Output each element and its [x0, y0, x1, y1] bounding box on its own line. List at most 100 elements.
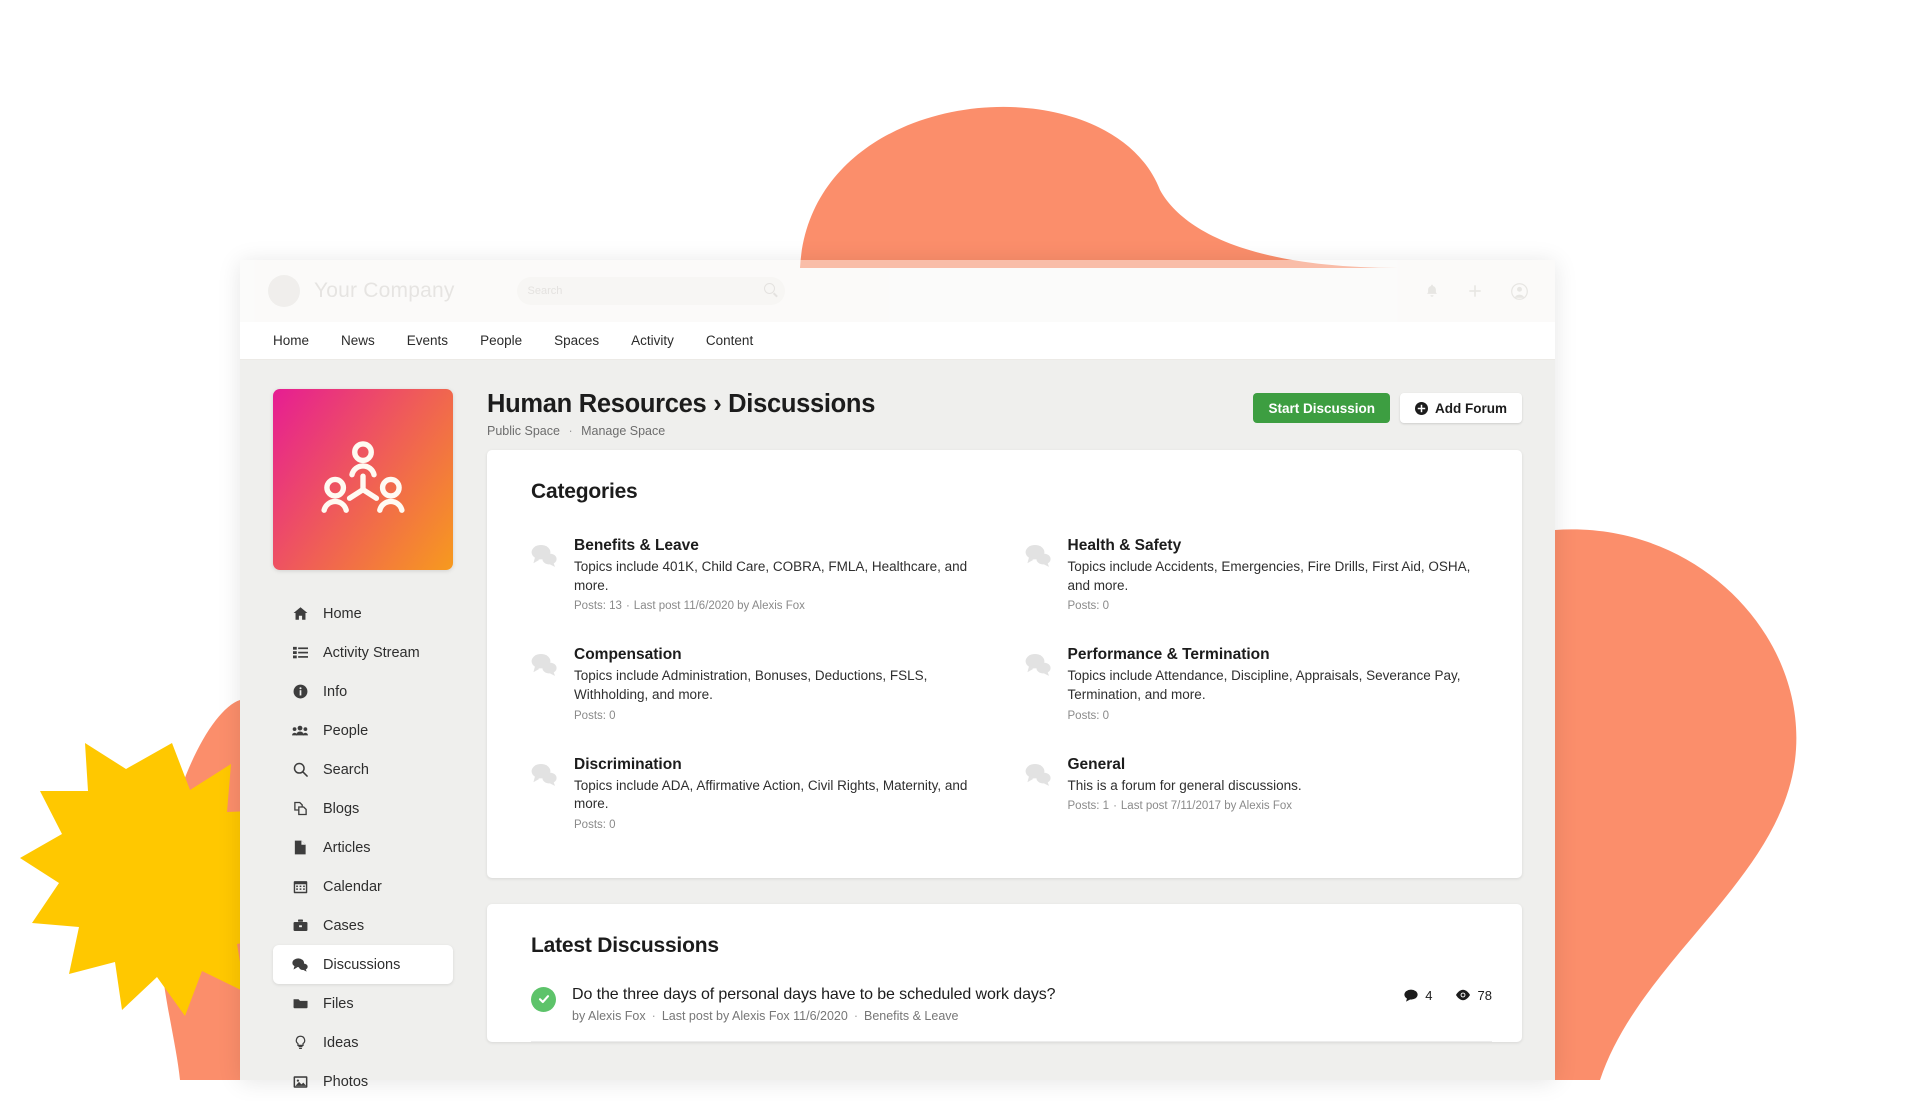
people-network-icon: [321, 440, 405, 513]
meta-separator: [1109, 710, 1117, 722]
category-last-post: Last post 7/11/2017 by Alexis Fox: [1120, 800, 1293, 813]
info-icon: [291, 684, 309, 699]
sidebar-label: Info: [323, 683, 348, 700]
lightbulb-icon: [291, 1035, 309, 1050]
nav-item-events[interactable]: Events: [407, 333, 467, 348]
latest-discussions-card: Latest Discussions Do the three days of …: [487, 903, 1522, 1042]
blogs-icon: [291, 801, 309, 816]
app-body: Home Activity Stream Info People Search: [240, 360, 1555, 1090]
discussion-stats: 4 78: [1404, 986, 1492, 1003]
sidebar-label: Ideas: [323, 1034, 359, 1051]
start-discussion-button[interactable]: Start Discussion: [1253, 393, 1390, 423]
brand-bar: Your Company Search: [240, 260, 1555, 322]
discussion-category[interactable]: Benefits & Leave: [864, 1009, 959, 1023]
resolved-check-icon: [531, 986, 556, 1012]
categories-heading: Categories: [531, 480, 638, 503]
category-item[interactable]: Compensation Topics include Administrati…: [531, 635, 999, 738]
plus-icon[interactable]: [1467, 283, 1483, 299]
manage-space-link[interactable]: Manage Space: [581, 424, 665, 438]
add-forum-label: Add Forum: [1435, 400, 1507, 416]
categories-grid: Benefits & Leave Topics include 401K, Ch…: [487, 504, 1522, 878]
category-post-count: Posts: 0: [574, 818, 616, 831]
category-item[interactable]: Health & Safety Topics include Accidents…: [1025, 526, 1493, 629]
sidebar-label: Blogs: [323, 800, 360, 817]
account-icon[interactable]: [1510, 282, 1529, 301]
sidebar-item-blogs[interactable]: Blogs: [273, 789, 453, 828]
discussion-title[interactable]: Do the three days of personal days have …: [572, 986, 1056, 1004]
page-header: Human Resources › Discussions Public Spa…: [487, 360, 1555, 450]
meta-separator: ·: [651, 1008, 656, 1023]
sidebar-item-home[interactable]: Home: [273, 594, 453, 633]
add-forum-button[interactable]: Add Forum: [1400, 393, 1522, 423]
category-description: Topics include 401K, Child Care, COBRA, …: [574, 559, 968, 593]
discussion-bubble-icon: [1025, 646, 1051, 721]
sidebar-label: Articles: [323, 839, 371, 856]
nav-item-home[interactable]: Home: [273, 333, 328, 348]
nav-item-people[interactable]: People: [480, 333, 541, 348]
discussion-bubble-icon: [531, 646, 557, 721]
comment-icon: [1404, 989, 1418, 1002]
folder-icon: [291, 996, 309, 1011]
sidebar-item-search[interactable]: Search: [273, 750, 453, 789]
page-header-text: Human Resources › Discussions Public Spa…: [487, 390, 875, 438]
meta-separator: [1109, 600, 1117, 612]
sidebar-item-ideas[interactable]: Ideas: [273, 1023, 453, 1062]
category-post-count: Posts: 0: [1067, 709, 1110, 722]
sidebar-item-people[interactable]: People: [273, 711, 453, 750]
sidebar-item-activity-stream[interactable]: Activity Stream: [273, 633, 453, 672]
sidebar-label: Search: [323, 761, 369, 778]
sidebar-label: Photos: [323, 1073, 369, 1090]
subtitle-separator: ·: [568, 424, 573, 438]
sidebar-label: Calendar: [323, 878, 382, 895]
space-sidebar: Home Activity Stream Info People Search: [240, 360, 487, 1090]
page-subtitle: Public Space · Manage Space: [487, 424, 875, 438]
category-item[interactable]: Benefits & Leave Topics include 401K, Ch…: [531, 526, 999, 629]
category-item[interactable]: Discrimination Topics include ADA, Affir…: [531, 745, 999, 848]
meta-separator: [616, 710, 624, 722]
list-icon: [291, 645, 309, 660]
category-post-count: Posts: 1: [1067, 800, 1110, 813]
nav-item-spaces[interactable]: Spaces: [554, 333, 618, 348]
discussion-meta: by Alexis Fox · Last post by Alexis Fox 11…: [572, 1009, 1055, 1023]
meta-separator: ·: [625, 600, 630, 613]
category-item[interactable]: General This is a forum for general disc…: [1025, 745, 1493, 848]
sidebar-item-info[interactable]: Info: [273, 672, 453, 711]
briefcase-icon: [291, 918, 309, 933]
sidebar-item-calendar[interactable]: Calendar: [273, 867, 453, 906]
sidebar-item-photos[interactable]: Photos: [273, 1062, 453, 1101]
sidebar-item-discussions[interactable]: Discussions: [273, 945, 453, 984]
global-search-input[interactable]: Search: [516, 277, 785, 305]
reply-count: 4: [1404, 988, 1433, 1003]
meta-separator: [616, 819, 624, 831]
discussion-bubble-icon: [531, 537, 557, 612]
category-item[interactable]: Performance & Termination Topics include…: [1025, 635, 1493, 738]
brand-avatar: [268, 275, 300, 307]
category-description: Topics include Administration, Bonuses, …: [574, 668, 928, 702]
category-name: General: [1067, 755, 1126, 773]
category-last-post: Last post 11/6/2020 by Alexis Fox: [633, 600, 805, 613]
company-name: Your Company: [314, 279, 455, 302]
home-icon: [291, 606, 309, 621]
nav-item-activity[interactable]: Activity: [631, 333, 693, 348]
eye-icon: [1455, 989, 1471, 1001]
nav-item-content[interactable]: Content: [706, 333, 772, 348]
calendar-icon: [291, 879, 309, 894]
category-meta: Posts: 0: [1068, 600, 1493, 612]
sidebar-item-articles[interactable]: Articles: [273, 828, 453, 867]
list-divider: [531, 1040, 1492, 1042]
bell-icon[interactable]: [1424, 283, 1440, 299]
main-navigation: Home News Events People Spaces Activity …: [240, 322, 1555, 360]
view-count-value: 78: [1477, 987, 1492, 1003]
sidebar-item-files[interactable]: Files: [273, 984, 453, 1023]
nav-item-news[interactable]: News: [341, 333, 394, 348]
category-post-count: Posts: 0: [574, 709, 616, 722]
category-meta: Posts: 13 · Last post 11/6/2020 by Alexis …: [574, 600, 999, 612]
category-name: Benefits & Leave: [574, 537, 699, 554]
page-title: Human Resources › Discussions: [487, 390, 876, 418]
category-name: Health & Safety: [1067, 537, 1182, 554]
discussion-author: by Alexis Fox: [572, 1008, 646, 1023]
sidebar-item-cases[interactable]: Cases: [273, 906, 453, 945]
discussion-row[interactable]: Do the three days of personal days have …: [531, 980, 1492, 1041]
sidebar-label: Discussions: [323, 956, 401, 973]
category-description: Topics include Accidents, Emergencies, F…: [1067, 559, 1471, 593]
